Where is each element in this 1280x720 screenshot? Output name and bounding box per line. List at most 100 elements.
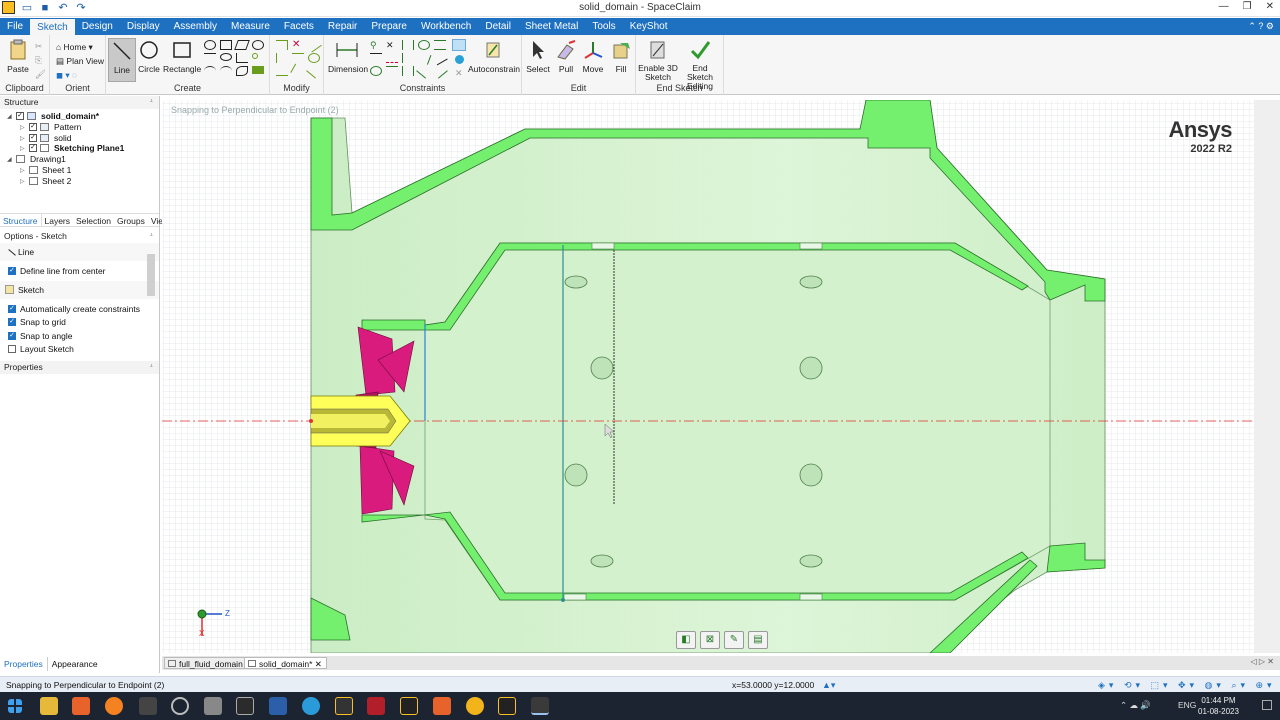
fill-button[interactable]: Fill [608, 38, 634, 74]
menu-display[interactable]: Display [120, 18, 167, 35]
app-icon-4[interactable] [139, 697, 157, 715]
cube-view-icon[interactable]: ◧ [676, 631, 696, 649]
menu-assembly[interactable]: Assembly [167, 18, 224, 35]
tab-properties[interactable]: Properties [0, 657, 48, 671]
tab-appearance[interactable]: Appearance [48, 657, 102, 671]
autoconstrain-button[interactable]: Autoconstrain [468, 38, 520, 74]
snap-angle-checkbox[interactable]: ✓ [8, 331, 16, 340]
close-icon[interactable]: ✕ [1266, 1, 1274, 12]
spaceclaim-taskbar-icon[interactable] [531, 697, 549, 715]
snap-grid-option[interactable]: ✓ Snap to grid [0, 315, 159, 329]
tree-item-solid-domain[interactable]: ◢ ✓ solid_domain* [0, 111, 159, 122]
app-icon-5[interactable] [171, 697, 189, 715]
pull-button[interactable]: Pull [554, 38, 578, 74]
doc-tab-solid-domain[interactable]: solid_domain* ✕ [244, 657, 327, 669]
modify-tools-grid[interactable]: ✕ [276, 37, 322, 79]
delete-constraint-icon[interactable]: ✕ [455, 68, 463, 79]
fluent-icon[interactable] [400, 697, 418, 715]
close-tab-icon[interactable]: ✕ [315, 659, 322, 669]
language-indicator[interactable]: ENG [1178, 700, 1196, 710]
ribbon-options-icon[interactable]: ⌃ ? ⚙ [1242, 21, 1280, 32]
firefox-icon[interactable] [105, 697, 123, 715]
create-tools-grid[interactable] [204, 40, 264, 76]
dimension-button[interactable]: Dimension [328, 38, 368, 74]
show-constraints-toggle[interactable] [452, 39, 466, 51]
edge-icon[interactable] [302, 697, 320, 715]
home-button[interactable]: ⌂ Home ▾ [56, 40, 104, 54]
tree-item-sketching-plane[interactable]: ▷ ✓ Sketching Plane1 [0, 143, 159, 154]
view-cube-icon[interactable]: ◼ ▾ ◌ [56, 68, 104, 82]
menu-measure[interactable]: Measure [224, 18, 277, 35]
notification-icon[interactable] [1262, 700, 1272, 710]
constraint-dot-icon[interactable] [455, 55, 464, 64]
tab-scroll-icons[interactable]: ◁ ▷ ✕ [1251, 657, 1274, 666]
doc-tab-full-fluid[interactable]: full_fluid_domain [164, 657, 248, 669]
pin-icon[interactable]: ᗮ [150, 230, 153, 243]
menu-file[interactable]: File [0, 18, 30, 35]
brave-icon[interactable] [72, 697, 90, 715]
tab-selection[interactable]: Selection [73, 214, 114, 226]
paste-button[interactable]: Paste [4, 38, 32, 74]
fluent-icon-2[interactable] [498, 697, 516, 715]
pin-icon[interactable]: ᗮ [150, 96, 153, 109]
cut-copy-icons[interactable]: ✂ ⎘ 🖌 [35, 39, 46, 81]
app-icon-yellow[interactable] [466, 697, 484, 715]
matlab-icon[interactable] [433, 697, 451, 715]
menu-prepare[interactable]: Prepare [364, 18, 414, 35]
tray-icons[interactable]: ⌃ ☁ 🔊 [1120, 700, 1151, 711]
model-viewport[interactable] [162, 100, 1254, 653]
tree-item-sheet-2[interactable]: ▷ Sheet 2 [0, 176, 159, 187]
snipping-icon[interactable] [236, 697, 254, 715]
ansys-icon[interactable] [335, 697, 353, 715]
constraint-tools-grid[interactable]: ⚲ ✕ [370, 40, 448, 79]
restore-icon[interactable]: ❐ [1243, 1, 1252, 12]
tree-item-sheet-1[interactable]: ▷ Sheet 1 [0, 165, 159, 176]
minimize-icon[interactable]: — [1219, 1, 1229, 12]
select-button[interactable]: Select [524, 38, 552, 74]
sketch-mode-icon[interactable]: ✎ [724, 631, 744, 649]
menu-keyshot[interactable]: KeyShot [623, 18, 675, 35]
snap-angle-option[interactable]: ✓ Snap to angle [0, 329, 159, 343]
menu-design[interactable]: Design [75, 18, 120, 35]
menu-sketch[interactable]: Sketch [30, 18, 75, 35]
sketch-section[interactable]: Sketch [0, 280, 159, 299]
word-icon[interactable] [269, 697, 287, 715]
circle-button[interactable]: Circle [136, 38, 162, 74]
layout-sketch-checkbox[interactable] [8, 345, 16, 354]
tab-groups[interactable]: Groups [114, 214, 148, 226]
pin-icon[interactable]: ᗮ [150, 361, 153, 374]
tab-structure[interactable]: Structure [0, 213, 42, 226]
file-explorer-icon[interactable] [40, 697, 58, 715]
tree-item-solid[interactable]: ▷ ✓ solid [0, 133, 159, 144]
options-scrollbar[interactable] [147, 254, 155, 296]
move-button[interactable]: Move [580, 38, 606, 74]
app-icon-red[interactable] [367, 697, 385, 715]
tab-layers[interactable]: Layers [42, 214, 74, 226]
snap-grid-checkbox[interactable]: ✓ [8, 318, 16, 327]
layout-sketch-option[interactable]: Layout Sketch [0, 342, 159, 356]
menu-repair[interactable]: Repair [321, 18, 364, 35]
auto-constraints-checkbox[interactable]: ✓ [8, 304, 16, 313]
menu-facets[interactable]: Facets [277, 18, 321, 35]
plan-view-button[interactable]: ▤ Plan View [56, 54, 104, 68]
rectangle-button[interactable]: Rectangle [163, 38, 201, 74]
auto-constraints-option[interactable]: ✓ Automatically create constraints [0, 302, 159, 316]
define-line-option[interactable]: ✓ Define line from center [0, 264, 159, 278]
clock[interactable]: 01:44 PM 01-08-2023 [1198, 695, 1239, 717]
plane-view-icon[interactable]: ▤ [748, 631, 768, 649]
tree-item-pattern[interactable]: ▷ ✓ Pattern [0, 122, 159, 133]
start-icon[interactable] [8, 699, 22, 713]
warning-icon[interactable]: ▲▾ [822, 680, 835, 690]
design-canvas[interactable]: X Z Ansys 2022 R2 [162, 100, 1254, 653]
calculator-icon[interactable] [204, 697, 222, 715]
menu-workbench[interactable]: Workbench [414, 18, 478, 35]
line-button[interactable]: Line [108, 38, 136, 82]
enable-3d-sketch-button[interactable]: Enable 3D Sketch [638, 38, 678, 82]
menu-detail[interactable]: Detail [478, 18, 518, 35]
section-mode-icon[interactable]: ⊠ [700, 631, 720, 649]
line-section[interactable]: Line [0, 242, 159, 262]
tree-item-drawing[interactable]: ◢ Drawing1 [0, 154, 159, 165]
menu-sheet-metal[interactable]: Sheet Metal [518, 18, 585, 35]
menu-tools[interactable]: Tools [585, 18, 622, 35]
define-line-checkbox[interactable]: ✓ [8, 266, 16, 275]
